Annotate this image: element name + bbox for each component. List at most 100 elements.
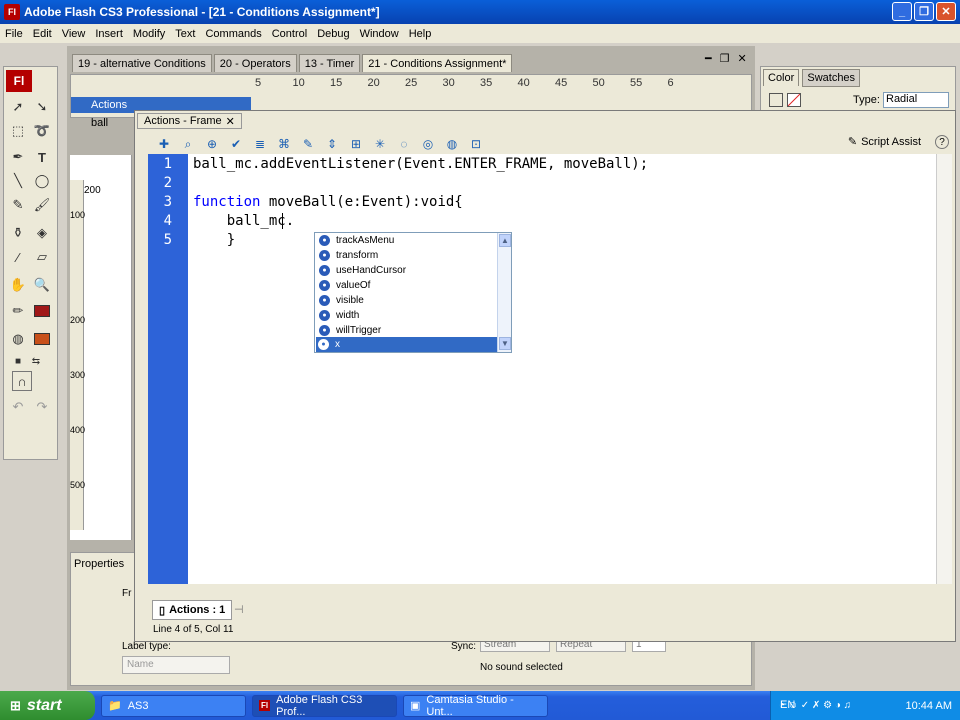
taskbar-item[interactable]: 📁 AS3 [101,694,246,717]
code-hint-item[interactable]: ● useHandCursor [317,263,497,278]
property-icon: ● [318,339,329,350]
language-indicator[interactable]: EN [780,699,795,711]
find-icon[interactable]: ⌕ [179,135,197,153]
code-hint-scrollbar[interactable]: ▲ ▼ [497,233,511,352]
start-button[interactable]: ⊞ start [0,691,95,720]
remove-comment-icon[interactable]: ◍ [443,135,461,153]
auto-format-icon[interactable]: ≣ [251,135,269,153]
paint-bucket-tool-icon[interactable]: ◈ [32,223,52,243]
lasso-tool-icon[interactable]: ➰ [32,121,52,141]
script-tab[interactable]: ▯ Actions : 1 [152,600,233,620]
apply-line-comment-icon[interactable]: ◎ [419,135,437,153]
stroke-pencil-icon[interactable] [769,93,783,107]
apply-block-comment-icon[interactable]: ◌ [395,135,413,153]
eyedropper-tool-icon[interactable]: ⁄ [8,247,28,267]
clock[interactable]: 10:44 AM [906,700,952,712]
show-hide-toolbox-icon[interactable]: ⊡ [467,135,485,153]
stroke-color-icon[interactable]: ✏ [8,301,28,321]
show-code-hint-icon[interactable]: ⌘ [275,135,293,153]
fill-type-select[interactable]: Radial [883,92,949,108]
menu-view[interactable]: View [57,28,91,40]
selection-tool-icon[interactable]: ➚ [8,97,28,117]
taskbar-item[interactable]: ▣ Camtasia Studio - Unt... [403,694,548,718]
snap-to-objects-icon[interactable]: ∩ [12,371,32,391]
code-hint-item-selected[interactable]: ● x [316,337,499,352]
doc-close-icon[interactable]: ✕ [738,52,747,65]
collapse-between-braces-icon[interactable]: ⇕ [323,135,341,153]
code-hint-label: useHandCursor [336,265,407,276]
script-assist-button[interactable]: ✎ Script Assist [848,135,921,149]
properties-tab[interactable]: Properties [74,558,124,570]
hand-tool-icon[interactable]: ✋ [8,275,28,295]
smooth-icon[interactable]: ↶ [8,397,28,417]
insert-target-path-icon[interactable]: ⊕ [203,135,221,153]
menu-file[interactable]: File [0,28,28,40]
help-icon[interactable]: ? [935,135,949,149]
text-tool-icon[interactable]: T [32,147,52,167]
doc-minimize-icon[interactable]: ━ [705,52,712,65]
code-hint-item[interactable]: ● willTrigger [317,323,497,338]
check-syntax-icon[interactable]: ✔ [227,135,245,153]
doc-tab[interactable]: 20 - Operators [213,54,297,72]
close-panel-icon[interactable]: ✕ [226,115,235,128]
code-hint-label: valueOf [336,280,371,291]
code-hint-item[interactable]: ● visible [317,293,497,308]
menu-edit[interactable]: Edit [28,28,57,40]
code-hint-item[interactable]: ● transform [317,248,497,263]
brush-tool-icon[interactable]: 🖌 [32,195,52,215]
oval-tool-icon[interactable]: ◯ [32,171,52,191]
actions-toolbar: ✚ ⌕ ⊕ ✔ ≣ ⌘ ✎ ⇕ ⊞ ✳ ◌ ◎ ◍ ⊡ [155,133,955,155]
expand-all-icon[interactable]: ✳ [371,135,389,153]
debug-options-icon[interactable]: ✎ [299,135,317,153]
menu-text[interactable]: Text [170,28,200,40]
doc-tab-active[interactable]: 21 - Conditions Assignment* [362,54,513,72]
frame-name-field[interactable]: Name [122,656,230,674]
straighten-icon[interactable]: ↷ [32,397,52,417]
swap-colors-icon[interactable]: ⇆ [26,351,46,371]
ruler-tick: 300 [70,370,86,380]
swatches-tab[interactable]: Swatches [802,69,861,87]
eraser-tool-icon[interactable]: ▱ [32,247,52,267]
fill-color-swatch[interactable] [34,333,50,345]
menu-debug[interactable]: Debug [312,28,354,40]
frame-label: Fr [122,588,132,599]
pencil-tool-icon[interactable]: ✎ [8,195,28,215]
minimize-button[interactable]: _ [892,2,912,21]
script-tabs-bar: ▯ Actions : 1 ⊣ [148,598,948,620]
add-item-icon[interactable]: ✚ [155,135,173,153]
code-hint-item[interactable]: ● valueOf [317,278,497,293]
close-button[interactable]: ✕ [936,2,956,21]
menu-commands[interactable]: Commands [200,28,266,40]
line-number: 1 [163,156,172,172]
pin-script-icon[interactable]: ⊣ [234,603,244,616]
black-white-icon[interactable]: ■ [8,351,28,371]
scroll-down-icon[interactable]: ▼ [499,337,511,350]
fill-color-icon[interactable]: ◍ [8,329,28,349]
stroke-color-swatch[interactable] [34,305,50,317]
code-hint-item[interactable]: ● width [317,308,497,323]
pen-tool-icon[interactable]: ✒ [8,147,28,167]
doc-tab[interactable]: 13 - Timer [298,54,361,72]
line-number: 5 [163,232,172,248]
doc-restore-icon[interactable]: ❐ [720,52,730,65]
taskbar-item[interactable]: Fl Adobe Flash CS3 Prof... [252,694,397,718]
menu-help[interactable]: Help [404,28,437,40]
menu-modify[interactable]: Modify [128,28,170,40]
subselection-tool-icon[interactable]: ➘ [32,97,52,117]
free-transform-tool-icon[interactable]: ⬚ [8,121,28,141]
zoom-tool-icon[interactable]: 🔍 [32,275,52,295]
line-tool-icon[interactable]: ╲ [8,171,28,191]
collapse-selection-icon[interactable]: ⊞ [347,135,365,153]
scroll-up-icon[interactable]: ▲ [499,234,511,247]
doc-tab[interactable]: 19 - alternative Conditions [72,54,212,72]
restore-button[interactable]: ❐ [914,2,934,21]
menu-insert[interactable]: Insert [90,28,128,40]
no-color-icon[interactable] [787,93,801,107]
menu-control[interactable]: Control [267,28,312,40]
script-editor[interactable]: ball_mc.addEventListener(Event.ENTER_FRA… [188,154,936,584]
code-hint-item[interactable]: ● trackAsMenu [317,233,497,248]
editor-scrollbar[interactable] [936,154,952,584]
color-tab[interactable]: Color [763,69,800,86]
menu-window[interactable]: Window [355,28,404,40]
ink-bottle-tool-icon[interactable]: ⚱ [8,223,28,243]
